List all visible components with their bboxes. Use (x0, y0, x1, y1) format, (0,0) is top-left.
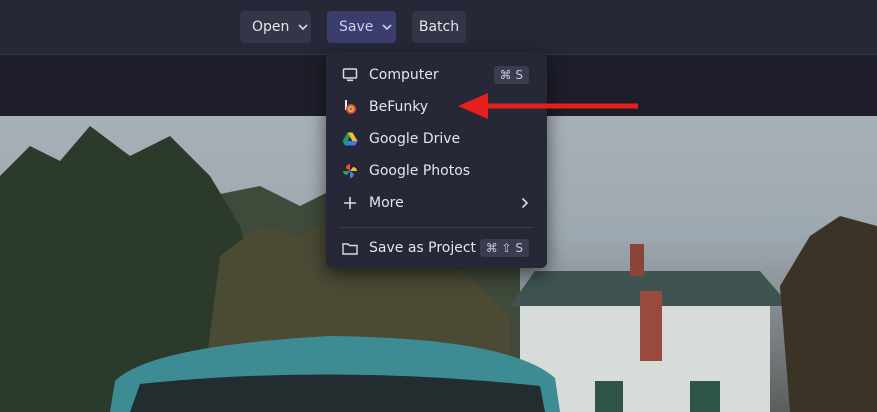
menu-item-label: Google Drive (369, 131, 461, 147)
plus-icon (342, 195, 358, 211)
save-dropdown-menu: Computer ⌘ S BeFunky Google Drive Google… (326, 52, 547, 268)
menu-item-computer[interactable]: Computer ⌘ S (326, 59, 547, 91)
menu-item-save-as-project[interactable]: Save as Project ⌘ ⇧ S (326, 232, 547, 264)
menu-item-label: More (369, 195, 404, 211)
open-button[interactable]: Open (240, 11, 311, 43)
chevron-down-icon (382, 22, 392, 32)
menu-item-label: Computer (369, 67, 439, 83)
menu-item-label: BeFunky (369, 99, 429, 115)
shortcut-badge: ⌘ S (493, 66, 529, 84)
top-toolbar: Open Save Batch (0, 0, 877, 55)
menu-item-google-drive[interactable]: Google Drive (326, 123, 547, 155)
save-button[interactable]: Save (327, 11, 396, 43)
open-button-label: Open (252, 19, 290, 35)
annotation-arrow-icon (458, 93, 638, 119)
monitor-icon (342, 67, 358, 83)
menu-divider (340, 227, 533, 228)
menu-item-google-photos[interactable]: Google Photos (326, 155, 547, 187)
batch-button[interactable]: Batch (412, 11, 466, 43)
chevron-down-icon (298, 22, 308, 32)
shortcut-badge: ⌘ ⇧ S (479, 239, 529, 257)
folder-icon (342, 240, 358, 256)
google-photos-icon (342, 163, 358, 179)
save-button-label: Save (339, 19, 374, 35)
menu-item-more[interactable]: More (326, 187, 547, 219)
menu-item-label: Google Photos (369, 163, 471, 179)
batch-button-label: Batch (418, 19, 460, 35)
chevron-right-icon (521, 197, 531, 209)
google-drive-icon (342, 131, 358, 147)
menu-item-label: Save as Project (369, 240, 477, 256)
befunky-logo-icon (342, 99, 358, 115)
